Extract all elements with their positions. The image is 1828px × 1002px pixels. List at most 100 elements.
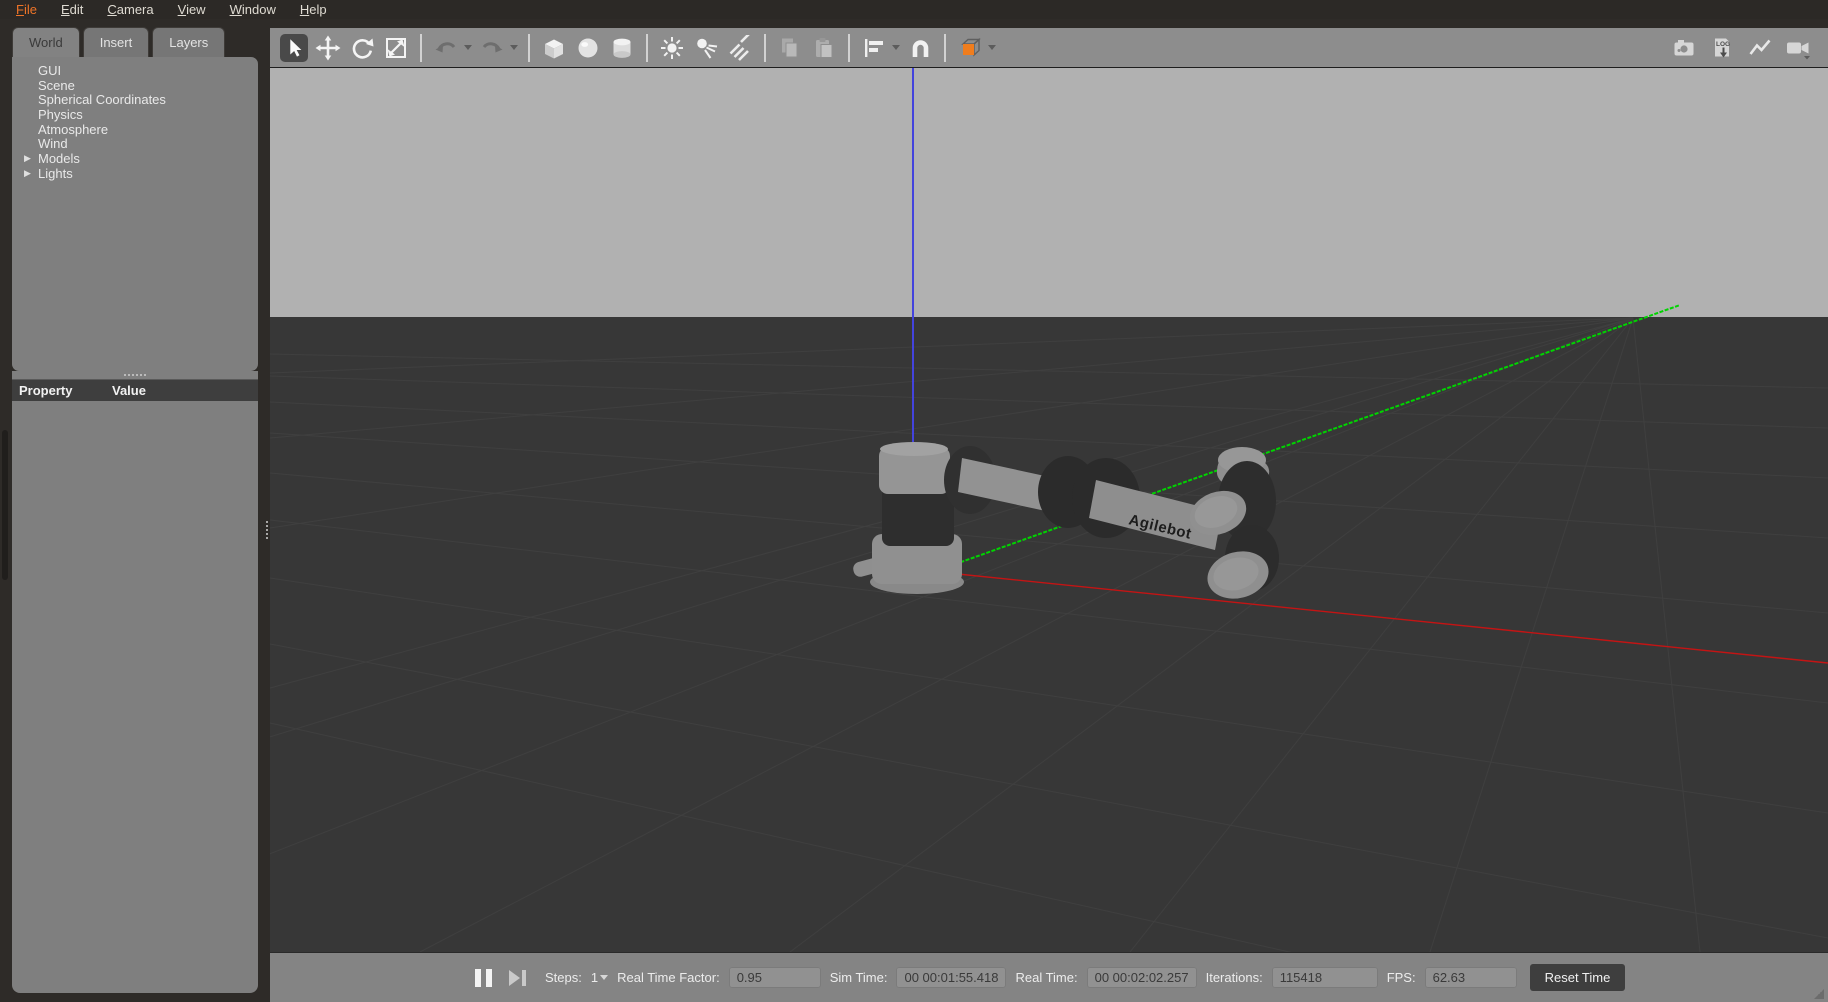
tab-insert[interactable]: Insert [83, 27, 150, 57]
fps-value: 62.63 [1425, 967, 1517, 988]
cylinder-icon [609, 35, 635, 61]
real-time-label: Real Time: [1015, 970, 1077, 985]
scale-tool-button[interactable] [382, 34, 410, 62]
arrow-cursor-icon [282, 36, 306, 60]
move-icon [315, 35, 341, 61]
world-tree: GUI Scene Spherical Coordinates Physics … [12, 57, 258, 371]
left-panel: World Insert Layers GUI Scene Spherical … [10, 27, 260, 995]
undo-icon [433, 35, 459, 61]
spot-light-button[interactable] [692, 34, 720, 62]
insert-box-button[interactable] [540, 34, 568, 62]
toolbar-separator [420, 34, 422, 62]
menu-window[interactable]: Window [218, 0, 288, 19]
view-cube-icon [956, 34, 984, 62]
window-edge-handle[interactable] [2, 430, 8, 580]
scale-icon [383, 35, 409, 61]
property-table-body[interactable] [12, 401, 258, 993]
ground-plane [270, 317, 1828, 952]
step-forward-button[interactable] [509, 970, 526, 986]
paste-icon [811, 35, 837, 61]
steps-dropdown[interactable]: 1 [591, 970, 608, 985]
svg-text:LOG: LOG [1716, 41, 1730, 48]
rotate-tool-button[interactable] [348, 34, 376, 62]
iterations-label: Iterations: [1206, 970, 1263, 985]
undo-button[interactable] [432, 34, 460, 62]
select-tool-button[interactable] [280, 34, 308, 62]
screenshot-button[interactable] [1670, 34, 1698, 62]
copy-icon [777, 35, 803, 61]
align-tool-button[interactable] [860, 34, 888, 62]
redo-button[interactable] [478, 34, 506, 62]
toolbar-right-group: LOG [1670, 34, 1818, 62]
directional-light-button[interactable] [726, 34, 754, 62]
toolbar-separator [944, 34, 946, 62]
expand-arrow-icon[interactable]: ▶ [24, 168, 31, 179]
sim-time-label: Sim Time: [830, 970, 888, 985]
point-light-button[interactable] [658, 34, 686, 62]
menu-bar: File Edit Camera View Window Help [0, 0, 1828, 19]
expand-arrow-icon[interactable]: ▶ [24, 153, 31, 164]
reset-time-button[interactable]: Reset Time [1530, 964, 1626, 991]
window-resize-grip[interactable] [1814, 989, 1824, 999]
align-dropdown-icon[interactable] [892, 45, 900, 50]
view-angle-dropdown-icon[interactable] [988, 45, 996, 50]
tree-item-scene[interactable]: Scene [12, 78, 258, 93]
property-column-header: Property [12, 383, 112, 398]
tree-item-models[interactable]: ▶ Models [12, 151, 258, 166]
point-light-icon [659, 35, 685, 61]
paste-button[interactable] [810, 34, 838, 62]
rotate-icon [349, 35, 375, 61]
redo-icon [479, 35, 505, 61]
sky [270, 68, 1828, 317]
tree-item-gui[interactable]: GUI [12, 63, 258, 78]
pause-button[interactable] [475, 969, 492, 987]
sphere-icon [575, 35, 601, 61]
translate-tool-button[interactable] [314, 34, 342, 62]
tree-item-lights[interactable]: ▶ Lights [12, 166, 258, 181]
steps-dropdown-icon [600, 975, 608, 980]
rtf-label: Real Time Factor: [617, 970, 720, 985]
render-toolbar: LOG [270, 28, 1828, 68]
menu-help[interactable]: Help [288, 0, 339, 19]
box-icon [541, 35, 567, 61]
directional-light-icon [727, 35, 753, 61]
tree-item-spherical-coordinates[interactable]: Spherical Coordinates [12, 92, 258, 107]
tree-item-physics[interactable]: Physics [12, 107, 258, 122]
toolbar-separator [646, 34, 648, 62]
tree-item-atmosphere[interactable]: Atmosphere [12, 122, 258, 137]
insert-sphere-button[interactable] [574, 34, 602, 62]
record-video-button[interactable] [1784, 34, 1812, 62]
copy-button[interactable] [776, 34, 804, 62]
tree-item-wind[interactable]: Wind [12, 136, 258, 151]
menu-edit[interactable]: Edit [49, 0, 95, 19]
real-time-value: 00 00:02:02.257 [1087, 967, 1197, 988]
tab-world[interactable]: World [12, 27, 80, 57]
redo-dropdown-icon[interactable] [510, 45, 518, 50]
panel-tabs: World Insert Layers [10, 27, 225, 57]
panel-splitter-handle[interactable] [12, 371, 258, 379]
camera-icon [1671, 35, 1697, 61]
menu-file[interactable]: File [4, 0, 49, 19]
menu-view[interactable]: View [166, 0, 218, 19]
toolbar-separator [764, 34, 766, 62]
simulation-status-bar: Steps: 1 Real Time Factor: 0.95 Sim Time… [270, 952, 1828, 1002]
step-icon [509, 970, 520, 986]
tab-layers[interactable]: Layers [152, 27, 225, 57]
view-angle-button[interactable] [956, 34, 984, 62]
log-record-button[interactable]: LOG [1708, 34, 1736, 62]
toolbar-separator [848, 34, 850, 62]
plot-button[interactable] [1746, 34, 1774, 62]
undo-dropdown-icon[interactable] [464, 45, 472, 50]
insert-cylinder-button[interactable] [608, 34, 636, 62]
fps-label: FPS: [1387, 970, 1416, 985]
snap-tool-button[interactable] [906, 34, 934, 62]
toolbar-separator [528, 34, 530, 62]
render-viewport[interactable]: Agilebot [270, 68, 1828, 952]
rtf-value: 0.95 [729, 967, 821, 988]
menu-camera[interactable]: Camera [95, 0, 165, 19]
value-column-header: Value [112, 383, 146, 398]
iterations-value: 115418 [1272, 967, 1378, 988]
log-file-icon: LOG [1709, 35, 1735, 61]
magnet-icon [907, 35, 933, 61]
sim-time-value: 00 00:01:55.418 [896, 967, 1006, 988]
